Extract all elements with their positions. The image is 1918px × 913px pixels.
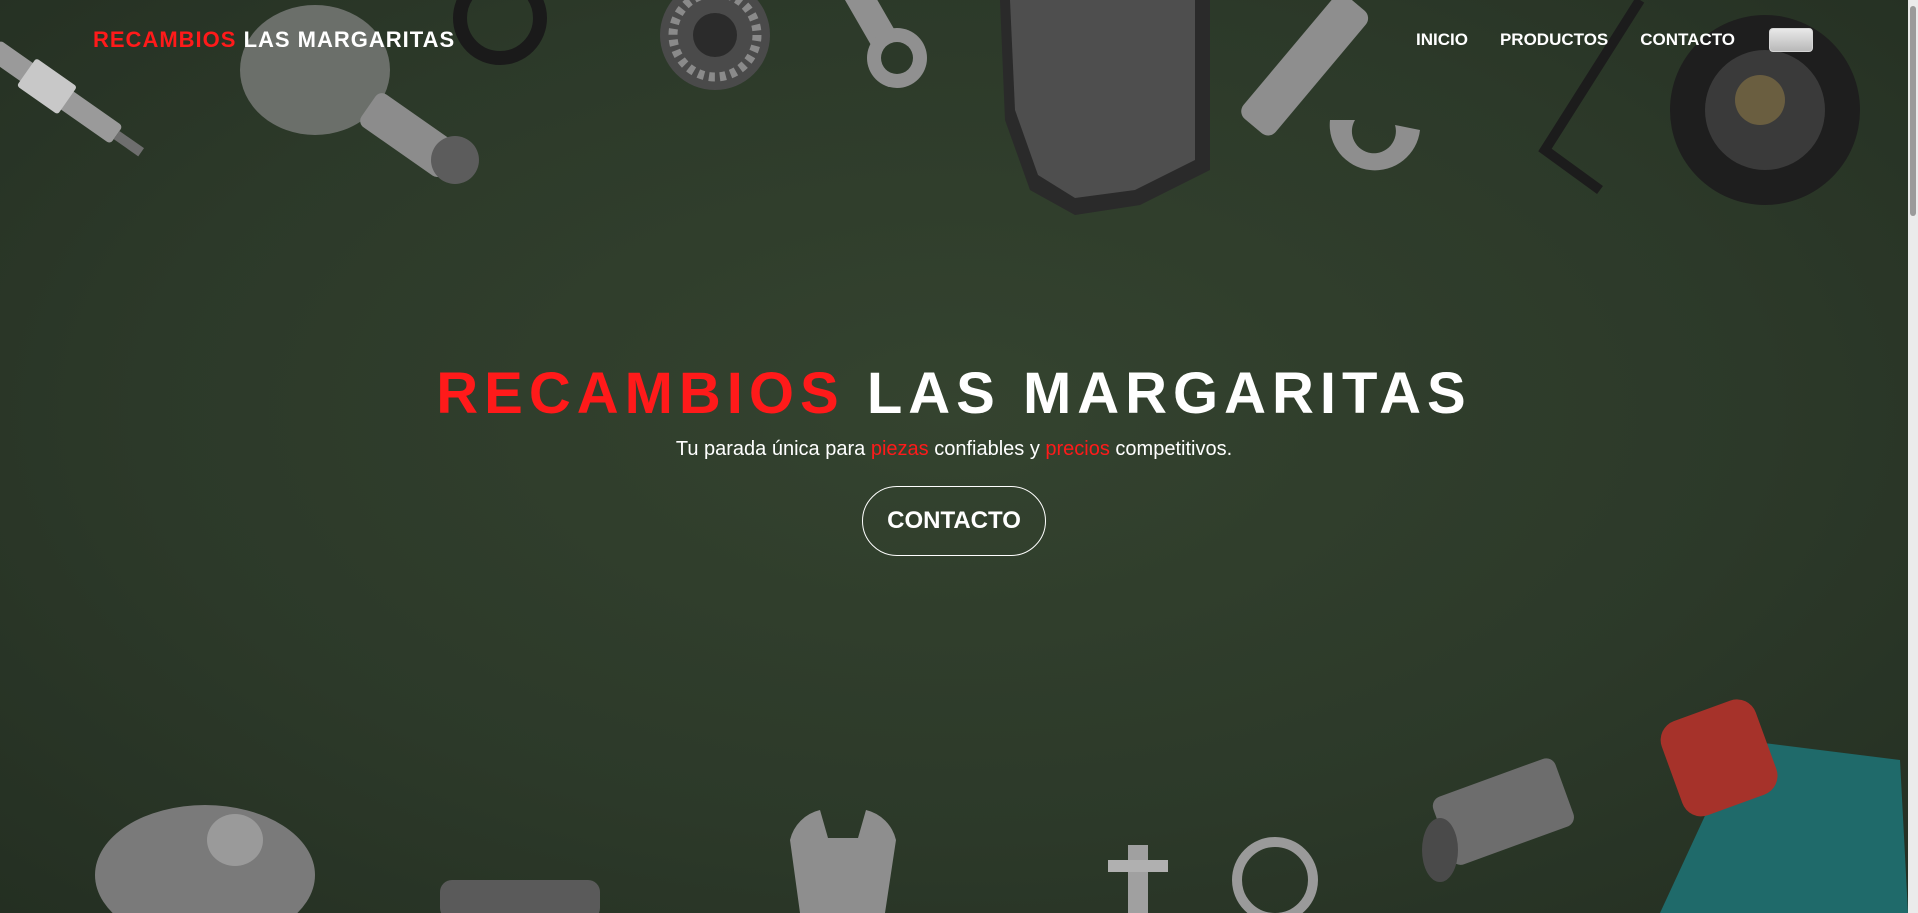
subtitle-part-1: Tu parada única para [675,438,871,460]
wrench-bottom-image [790,810,896,913]
nav-links: INICIO PRODUCTOS CONTACTO [1416,29,1735,51]
nav-link-inicio[interactable]: INICIO [1416,30,1468,50]
navbar: RECAMBIOS LAS MARGARITAS INICIO PRODUCTO… [0,0,1908,80]
hero-content: RECAMBIOS LAS MARGARITAS Tu parada única… [0,362,1908,556]
subtitle-accent-precios: precios [1045,438,1110,460]
scrollbar-thumb[interactable] [1910,6,1916,216]
subtitle-part-3: competitivos. [1109,438,1233,460]
nav-link-contacto[interactable]: CONTACTO [1640,30,1735,50]
flag-icon[interactable] [1769,28,1813,52]
page-scrollbar[interactable] [1908,0,1918,913]
hero-title: RECAMBIOS LAS MARGARITAS [0,362,1908,426]
contact-cta-button[interactable]: CONTACTO [862,486,1046,556]
brand-rest-text: LAS MARGARITAS [236,27,456,52]
hero-title-rest: LAS MARGARITAS [844,361,1472,426]
brand-accent-text: RECAMBIOS [93,27,237,52]
valve-image [1108,845,1168,913]
bottom-part-left-image [95,805,600,913]
hero-section: RECAMBIOS LAS MARGARITAS INICIO PRODUCTO… [0,0,1908,913]
hero-title-accent: RECAMBIOS [436,361,845,426]
hero-subtitle: Tu parada única para piezas confiables y… [0,436,1908,462]
brand-logo-link[interactable]: RECAMBIOS LAS MARGARITAS [93,27,455,53]
nav-link-productos[interactable]: PRODUCTOS [1500,30,1608,50]
subtitle-part-2: confiables y [928,438,1046,460]
hex-nut-image [1422,758,1574,882]
oil-bottle-image [1660,699,1908,913]
socket-ring-image [1232,837,1318,913]
subtitle-accent-piezas: piezas [870,438,929,460]
